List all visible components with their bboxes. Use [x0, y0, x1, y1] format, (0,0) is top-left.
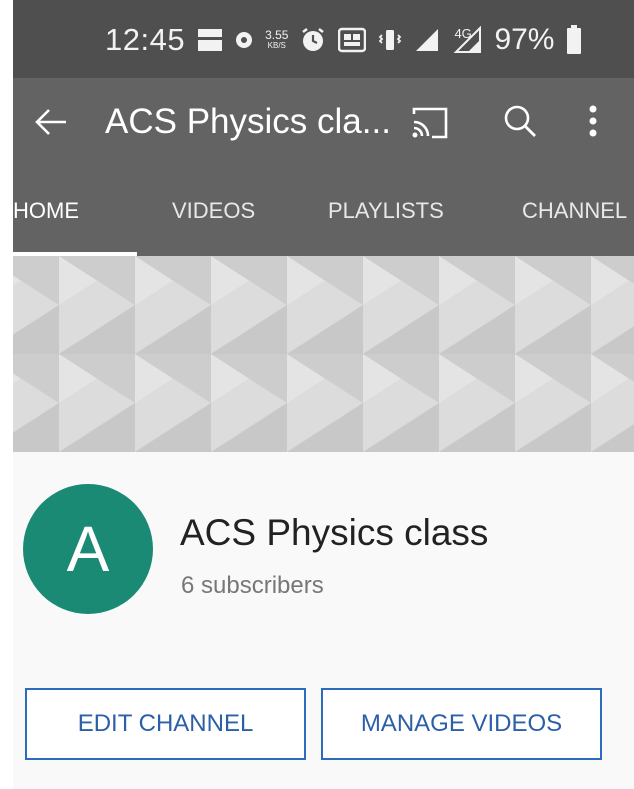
- tab-playlists[interactable]: PLAYLISTS: [328, 166, 444, 256]
- more-options-button[interactable]: [573, 96, 613, 146]
- status-bar-items: 12:45 3.55 KB/S 4G 97%: [105, 18, 582, 62]
- search-icon: [504, 105, 536, 137]
- notification-icon: [197, 28, 223, 52]
- channel-name: ACS Physics class: [180, 512, 489, 553]
- battery-percent: 97%: [494, 23, 555, 56]
- channel-header: A ACS Physics class 6 subscribers EDIT C…: [13, 452, 634, 789]
- manage-videos-button[interactable]: MANAGE VIDEOS: [321, 688, 602, 760]
- alarm-icon: [300, 27, 326, 53]
- edit-channel-button[interactable]: EDIT CHANNEL: [25, 688, 306, 760]
- wifi-signal-icon: [414, 27, 440, 53]
- subscriber-count: 6 subscribers: [181, 572, 324, 599]
- data-speed-unit: KB/S: [267, 41, 286, 50]
- search-button[interactable]: [495, 96, 545, 146]
- phone-screen: 12:45 3.55 KB/S 4G 97% ACS Physics cla..…: [13, 0, 634, 789]
- app-bar-title: ACS Physics cla...: [105, 102, 391, 141]
- battery-icon: [566, 25, 582, 55]
- tab-videos[interactable]: VIDEOS: [172, 166, 255, 256]
- app-bar: ACS Physics cla...: [13, 78, 634, 166]
- banner-pattern: [13, 256, 634, 452]
- back-arrow-icon: [35, 109, 66, 135]
- channel-tabs: HOME VIDEOS PLAYLISTS CHANNEL: [13, 166, 634, 256]
- more-vert-icon: [589, 105, 597, 137]
- app-notification-icon: [235, 31, 253, 49]
- cast-button[interactable]: [405, 98, 455, 148]
- back-button[interactable]: [25, 96, 77, 148]
- mobile-signal-icon: 4G: [452, 26, 482, 54]
- data-speed-indicator: 3.55 KB/S: [265, 28, 289, 50]
- channel-banner: [13, 256, 634, 452]
- cast-icon: [412, 107, 448, 139]
- status-time: 12:45: [105, 22, 186, 57]
- channel-avatar[interactable]: A: [23, 484, 153, 614]
- nfc-icon: [338, 27, 367, 53]
- tab-home[interactable]: HOME: [13, 166, 79, 256]
- tab-channels[interactable]: CHANNEL: [522, 166, 627, 256]
- vibrate-icon: [378, 27, 402, 53]
- network-type-label: 4G: [454, 26, 472, 41]
- status-bar: 12:45 3.55 KB/S 4G 97%: [13, 0, 634, 78]
- data-speed-value: 3.55: [265, 28, 289, 42]
